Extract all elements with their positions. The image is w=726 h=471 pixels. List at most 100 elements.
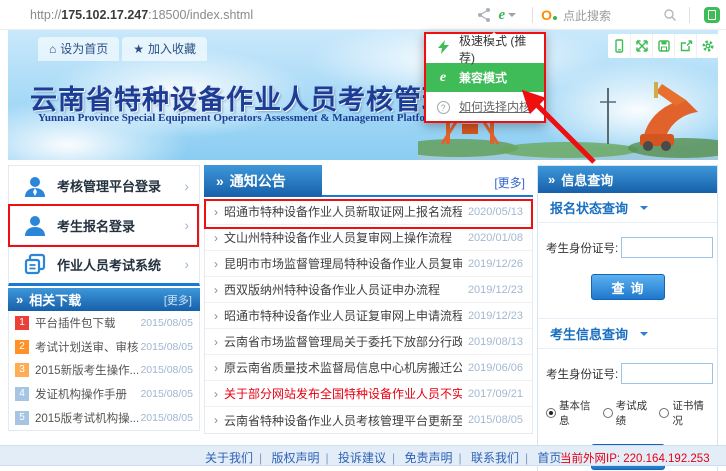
notice-item[interactable]: ›关于部分网站发布全国特种设备作业人员不实信息...2017/09/21 xyxy=(205,381,532,407)
download-item[interactable]: 52015版考试机构操...2015/08/05 xyxy=(9,406,199,430)
add-favorite-link[interactable]: ★加入收藏 xyxy=(122,37,207,61)
double-chevron-icon xyxy=(548,172,561,187)
chevron-right-icon: › xyxy=(184,178,189,194)
item-bullet-icon: › xyxy=(214,309,218,323)
menu-item-speed-mode[interactable]: 极速模式 (推荐) xyxy=(426,34,544,63)
radio-label[interactable]: 基本信息 xyxy=(559,398,596,428)
rank-badge: 1 xyxy=(15,316,29,330)
notice-item[interactable]: ›文山州特种设备作业人员复审网上操作流程2020/01/08 xyxy=(205,225,532,251)
radio-certificate-status[interactable] xyxy=(659,408,669,418)
item-bullet-icon: › xyxy=(214,283,218,297)
footer: 关于我们| 版权声明| 投诉建议| 免责声明| 联系我们| 首页 当前外网IP:… xyxy=(0,445,726,466)
candidate-person-icon xyxy=(23,213,47,237)
lightning-icon xyxy=(435,40,451,57)
set-homepage-link[interactable]: ⌂设为首页 xyxy=(38,37,119,61)
manager-person-icon xyxy=(23,174,47,198)
ip-value: 220.164.192.253 xyxy=(623,453,709,465)
notice-item[interactable]: ›云南省市场监督管理局关于委托下放部分行政许可...2019/08/13 xyxy=(205,329,532,355)
fullscreen-icon[interactable] xyxy=(630,34,652,58)
id-number-label: 考生身份证号: xyxy=(546,240,618,256)
address-bar[interactable]: http://175.102.17.247:18500/index.shtml xyxy=(30,8,253,22)
chevron-right-icon: › xyxy=(184,256,189,272)
download-item[interactable]: 32015新版考生操作...2015/08/05 xyxy=(9,359,199,383)
download-item[interactable]: 1平台插件包下载2015/08/05 xyxy=(9,311,199,335)
downloads-more-link[interactable]: [更多] xyxy=(164,292,192,308)
divider xyxy=(689,7,690,23)
download-item[interactable]: 4发证机构操作手册2015/08/05 xyxy=(9,382,199,406)
menu-caret xyxy=(488,26,500,38)
candidate-id-input[interactable] xyxy=(621,237,713,258)
sidebar-item-label: 考生报名登录 xyxy=(57,216,184,235)
search-engine-logo-icon[interactable]: O xyxy=(541,7,557,23)
item-bullet-icon: › xyxy=(214,257,218,271)
kernel-mode-menu: 极速模式 (推荐) e 兼容模式 ? 如何选择内核 xyxy=(424,32,546,123)
chevron-right-icon: › xyxy=(184,217,189,233)
browser-toolbar: http://175.102.17.247:18500/index.shtml … xyxy=(0,0,726,30)
kernel-dropdown-chevron-icon[interactable] xyxy=(508,13,516,21)
info-query-panel: 信息查询 报名状态查询 考生身份证号: 查询 考生信息查询 考生身份证号: 基本… xyxy=(537,165,718,471)
chevron-down-icon xyxy=(640,332,648,340)
site-header: ⌂设为首页 ★加入收藏 云南省特种设备作业人员考核管理平台 Yunnan Pro… xyxy=(8,30,718,160)
footer-link-about[interactable]: 关于我们 xyxy=(205,451,253,465)
tab-registration-status-query[interactable]: 报名状态查询 xyxy=(538,193,717,223)
save-icon[interactable] xyxy=(652,34,674,58)
star-icon: ★ xyxy=(133,42,144,56)
double-chevron-icon xyxy=(16,292,29,307)
sidebar-item-candidate-register-login[interactable]: 考生报名登录 › xyxy=(9,205,199,244)
radio-exam-results[interactable] xyxy=(603,408,613,418)
mobile-icon[interactable] xyxy=(608,34,630,58)
sidebar-item-operator-exam-system[interactable]: 作业人员考试系统 › xyxy=(9,244,199,283)
share-nodes-icon[interactable] xyxy=(476,7,492,23)
footer-link-contact[interactable]: 联系我们 xyxy=(471,451,519,465)
rank-badge: 2 xyxy=(15,340,29,354)
rank-badge: 5 xyxy=(15,411,29,425)
screen: http://175.102.17.247:18500/index.shtml … xyxy=(0,0,726,471)
page-widget-bar xyxy=(608,34,718,58)
item-bullet-icon: › xyxy=(214,413,218,427)
footer-link-copyright[interactable]: 版权声明 xyxy=(271,451,319,465)
notice-item[interactable]: ›昭通市特种设备作业人员证复审网上申请流程及相...2019/12/23 xyxy=(205,303,532,329)
menu-item-compat-mode[interactable]: e 兼容模式 xyxy=(426,63,544,92)
footer-link-complaint[interactable]: 投诉建议 xyxy=(338,451,386,465)
external-ip-display: 当前外网IP: 220.164.192.253 xyxy=(560,450,710,466)
question-icon: ? xyxy=(435,100,451,114)
export-share-icon[interactable] xyxy=(674,34,696,58)
footer-link-home[interactable]: 首页 xyxy=(537,451,561,465)
site-subtitle: Yunnan Province Special Equipment Operat… xyxy=(38,112,439,124)
registration-status-form: 考生身份证号: 查询 xyxy=(538,223,717,319)
notice-item[interactable]: ›昆明市市场监督管理局特种设备作业人员复审流程...2019/12/26 xyxy=(205,251,532,277)
id-number-label: 考生身份证号: xyxy=(546,366,618,382)
ie-icon: e xyxy=(435,70,451,86)
sidebar-item-assessment-platform-login[interactable]: 考核管理平台登录 › xyxy=(9,166,199,205)
gear-icon[interactable] xyxy=(696,34,718,58)
notice-item[interactable]: ›云南省特种设备作业人员考核管理平台更新至20...2015/08/05 xyxy=(205,407,532,433)
radio-label[interactable]: 考试成绩 xyxy=(616,398,653,428)
rank-badge: 3 xyxy=(15,363,29,377)
notice-item[interactable]: ›西双版纳州特种设备作业人员证申办流程2019/12/23 xyxy=(205,277,532,303)
radio-basic-info[interactable] xyxy=(546,408,556,418)
candidate-id-input-2[interactable] xyxy=(621,363,713,384)
browser-search-input[interactable]: 点此搜索 xyxy=(563,7,659,24)
item-bullet-icon: › xyxy=(214,361,218,375)
radio-label[interactable]: 证书情况 xyxy=(672,398,709,428)
browser-app-icon[interactable] xyxy=(704,7,720,23)
search-icon[interactable] xyxy=(663,8,677,22)
item-bullet-icon: › xyxy=(214,387,218,401)
download-item[interactable]: 2考试计划送审、审核 ...2015/08/05 xyxy=(9,335,199,359)
compat-mode-ie-icon[interactable]: e xyxy=(498,7,505,24)
menu-item-kernel-help[interactable]: ? 如何选择内核 xyxy=(426,92,544,121)
sidebar-item-label: 考核管理平台登录 xyxy=(57,176,184,195)
rank-badge: 4 xyxy=(15,387,29,401)
notice-item[interactable]: ›原云南省质量技术监督局信息中心机房搬迁公告2019/06/06 xyxy=(205,355,532,381)
notice-item[interactable]: ›昭通市特种设备作业人员新取证网上报名流程NEW2020/05/13 xyxy=(205,199,532,225)
url-host: 175.102.17.247 xyxy=(61,8,148,22)
tab-candidate-info-query[interactable]: 考生信息查询 xyxy=(538,319,717,349)
query-button[interactable]: 查询 xyxy=(591,274,665,300)
footer-link-disclaimer[interactable]: 免责声明 xyxy=(404,451,452,465)
item-bullet-icon: › xyxy=(214,231,218,245)
notices-more-link[interactable]: [更多] xyxy=(494,174,525,191)
sidebar-item-label: 作业人员考试系统 xyxy=(57,255,184,274)
footer-links: 关于我们| 版权声明| 投诉建议| 免责声明| 联系我们| 首页 xyxy=(205,449,561,466)
login-menu: 考核管理平台登录 › 考生报名登录 › 作业人员考试系统 › xyxy=(8,165,200,286)
tab-notices[interactable]: 通知公告 xyxy=(204,165,322,197)
